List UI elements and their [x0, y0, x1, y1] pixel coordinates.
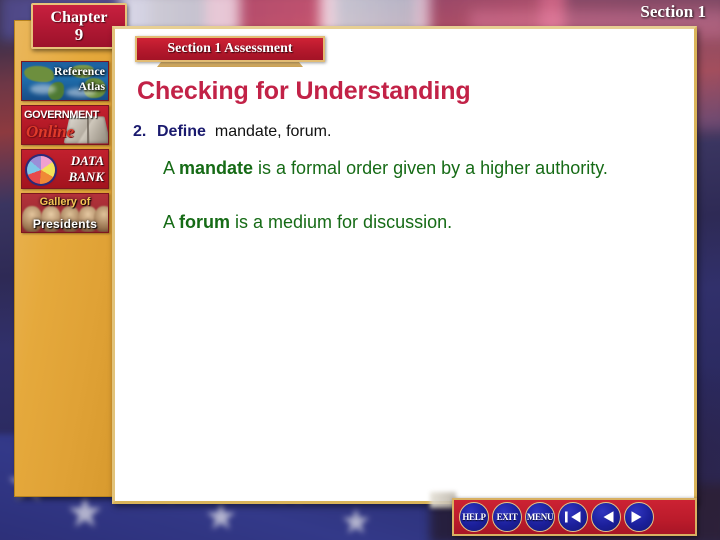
- first-page-arrow-icon: [565, 511, 581, 523]
- chapter-label: Chapter: [50, 9, 108, 26]
- right-arrow-icon: [631, 511, 642, 523]
- question-number: 2.: [133, 123, 147, 140]
- government-online-line2: Online: [26, 122, 75, 141]
- assessment-tab-label: Section 1 Assessment: [167, 41, 293, 56]
- reference-atlas-line2: Atlas: [78, 79, 105, 93]
- gallery-presidents-line1: Gallery of: [39, 196, 91, 208]
- answer-2-term: forum: [179, 212, 231, 232]
- menu-button-label: MENU: [526, 512, 554, 522]
- menu-button[interactable]: MENU: [525, 502, 555, 532]
- back-button[interactable]: [591, 502, 621, 532]
- flag-star-icon: [342, 508, 370, 534]
- reference-atlas-line1: Reference: [53, 64, 105, 78]
- answer-line: A forum is a medium for discussion.: [163, 211, 633, 234]
- sidebar-item-reference-atlas[interactable]: Reference Atlas: [21, 61, 109, 101]
- exit-button-label: EXIT: [496, 512, 518, 522]
- data-bank-line1: DATA: [70, 153, 104, 168]
- answer-2-lead: A: [163, 212, 180, 232]
- assessment-tab: Section 1 Assessment: [135, 36, 325, 62]
- question-directive: Define: [157, 123, 206, 140]
- answer-1-tail: is a formal order given by a higher auth…: [253, 158, 608, 178]
- sidebar-button-list: Reference Atlas GOVERNMENT Online DATA B…: [21, 61, 109, 237]
- pie-chart-icon: [27, 156, 55, 184]
- flag-star-icon: [206, 502, 236, 530]
- question-text: mandate, forum.: [214, 123, 332, 140]
- sidebar-item-label: DATA BANK: [69, 153, 104, 185]
- content-panel: Section 1 Assessment Checking for Unders…: [112, 26, 697, 504]
- answer-2-tail: is a medium for discussion.: [230, 212, 453, 232]
- bottom-navigation-bar: HELP EXIT MENU: [452, 498, 697, 536]
- forward-button[interactable]: [624, 502, 654, 532]
- question-row: 2. Define mandate, forum.: [133, 123, 673, 141]
- left-arrow-icon: [603, 511, 614, 523]
- sidebar-item-gallery-of-presidents[interactable]: Gallery of Presidents: [21, 193, 109, 233]
- map-landmass-icon: [24, 66, 54, 82]
- assessment-tab-notch: [157, 62, 303, 67]
- sidebar-item-data-bank[interactable]: DATA BANK: [21, 149, 109, 189]
- map-cloud-icon: [30, 84, 56, 94]
- sidebar-item-government-online[interactable]: GOVERNMENT Online: [21, 105, 109, 145]
- section-label: Section 1: [640, 2, 706, 21]
- first-page-button[interactable]: [558, 502, 588, 532]
- exit-button[interactable]: EXIT: [492, 502, 522, 532]
- page-title: Checking for Understanding: [137, 77, 471, 105]
- answer-1-term: mandate: [179, 158, 254, 178]
- sidebar: Chapter 9 Reference Atlas GOVERNMENT Onl…: [14, 3, 127, 497]
- flag-star-icon: [68, 496, 102, 527]
- gallery-presidents-line2: Presidents: [32, 217, 98, 231]
- help-button-label: HELP: [462, 512, 486, 522]
- data-bank-line2: BANK: [68, 169, 104, 184]
- government-online-line1: GOVERNMENT: [24, 109, 99, 121]
- sidebar-item-label: Reference Atlas: [54, 64, 105, 94]
- answer-line: A mandate is a formal order given by a h…: [163, 157, 633, 180]
- answer-1-lead: A: [163, 158, 180, 178]
- help-button[interactable]: HELP: [459, 502, 489, 532]
- chapter-number: 9: [74, 25, 84, 44]
- slide-root: Section 1 Chapter 9 Reference Atlas GOVE…: [0, 0, 720, 540]
